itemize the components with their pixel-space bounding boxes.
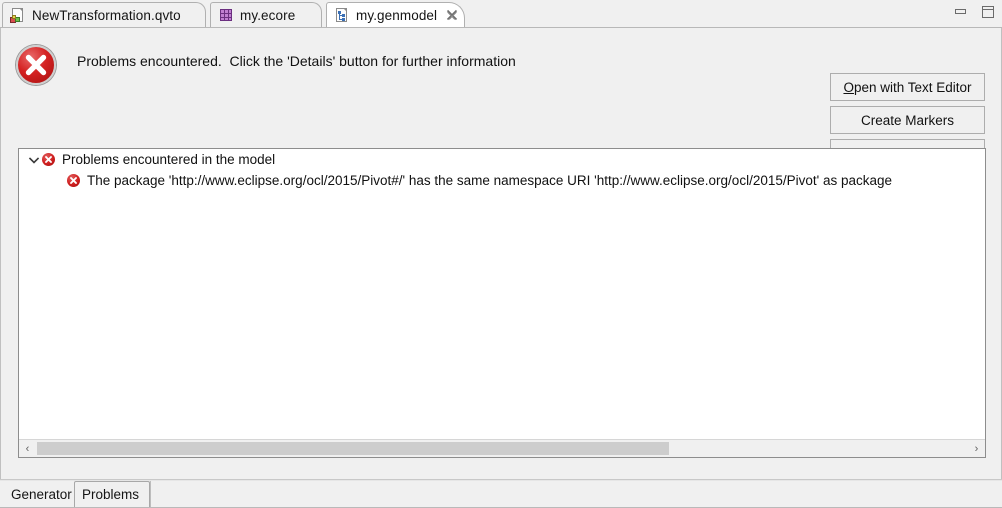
- tree-rows: Problems encountered in the model The pa…: [19, 149, 985, 439]
- editor-tab-my-genmodel[interactable]: my.genmodel: [326, 2, 465, 27]
- bottom-tab-label: Problems: [82, 487, 140, 502]
- editor-tab-label: my.genmodel: [356, 7, 438, 23]
- problems-tree-panel[interactable]: Problems encountered in the model The pa…: [18, 148, 986, 458]
- create-markers-button[interactable]: Create Markers: [830, 106, 985, 134]
- error-icon: [67, 173, 81, 188]
- genmodel-file-icon: [334, 7, 350, 23]
- bottom-tab-problems[interactable]: Problems: [74, 481, 150, 507]
- tree-row[interactable]: Problems encountered in the model: [19, 149, 985, 170]
- bottom-tab-label: Generator: [11, 486, 72, 502]
- error-icon: [15, 44, 57, 86]
- editor-tab-newtransformation-qvto[interactable]: NewTransformation.qvto: [2, 2, 206, 27]
- scrollbar-thumb[interactable]: [37, 442, 670, 455]
- qvto-file-icon: [10, 7, 26, 23]
- bottom-tab-generator[interactable]: Generator: [4, 481, 74, 507]
- scrollbar-track[interactable]: [37, 442, 967, 455]
- close-icon[interactable]: [446, 9, 458, 21]
- ecore-model-icon: [218, 7, 234, 23]
- button-label-rest: pen with Text Editor: [853, 79, 972, 95]
- error-icon: [42, 152, 56, 167]
- dialog-body: Problems encountered. Click the 'Details…: [0, 28, 1002, 480]
- scroll-right-arrow-icon[interactable]: ›: [968, 440, 985, 457]
- bottom-tab-strip: Generator Problems: [0, 480, 1002, 508]
- button-label: Create Markers: [860, 112, 955, 128]
- tree-item-label: The package 'http://www.eclipse.org/ocl/…: [87, 173, 892, 188]
- maximize-icon[interactable]: [980, 4, 996, 20]
- tree-row[interactable]: The package 'http://www.eclipse.org/ocl/…: [19, 170, 985, 191]
- open-with-text-editor-button[interactable]: Open with Text Editor: [830, 73, 985, 101]
- editor-tab-bar: NewTransformation.qvto my.ecore my.genmo…: [0, 0, 1002, 28]
- editor-tab-label: my.ecore: [240, 7, 296, 23]
- tree-item-label: Problems encountered in the model: [62, 152, 276, 167]
- dialog-header: Problems encountered. Click the 'Details…: [15, 44, 516, 86]
- dialog-message: Problems encountered. Click the 'Details…: [77, 53, 516, 69]
- chevron-down-icon[interactable]: [26, 152, 42, 168]
- editor-tab-label: NewTransformation.qvto: [32, 7, 181, 23]
- editor-tab-my-ecore[interactable]: my.ecore: [210, 2, 322, 27]
- bottom-tab-filler: [150, 481, 995, 507]
- minimize-icon[interactable]: [953, 4, 969, 20]
- horizontal-scrollbar[interactable]: ‹ ›: [19, 439, 985, 457]
- window-controls: [953, 4, 996, 20]
- scroll-left-arrow-icon[interactable]: ‹: [19, 440, 36, 457]
- mnemonic-letter: O: [843, 79, 854, 95]
- eclipse-editor-window: NewTransformation.qvto my.ecore my.genmo…: [0, 0, 1002, 508]
